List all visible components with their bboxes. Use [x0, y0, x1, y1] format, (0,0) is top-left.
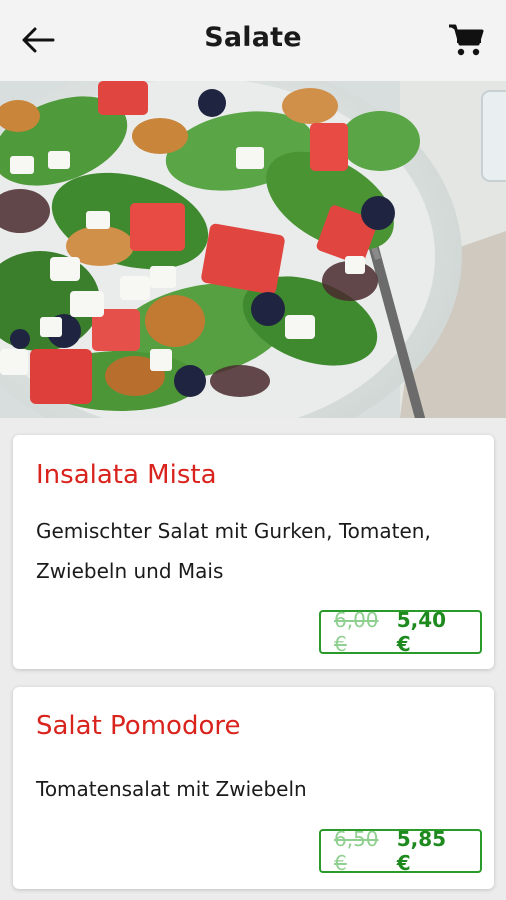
page-title: Salate [204, 22, 302, 53]
category-hero-image [0, 81, 506, 418]
discounted-price: 5,40 € [396, 608, 447, 656]
add-to-cart-price-button[interactable]: 6,50 € 5,85 € [319, 827, 482, 875]
shopping-cart-icon [449, 24, 484, 56]
add-to-cart-price-button[interactable]: 6,00 € 5,40 € [319, 608, 482, 656]
top-app-bar: Salate [0, 0, 506, 81]
product-card[interactable]: Salat Pomodore Tomatensalat mit Zwiebeln… [13, 687, 494, 889]
product-description: Tomatensalat mit Zwiebeln [36, 777, 307, 801]
old-price: 6,00 € [334, 608, 379, 656]
cart-button[interactable] [444, 18, 488, 62]
product-name: Insalata Mista [36, 460, 217, 490]
product-card[interactable]: Insalata Mista Gemischter Salat mit Gurk… [13, 435, 494, 669]
app-screen: Salate Insalata Mista Gemischter Salat m… [0, 0, 506, 900]
salad-bowl-image [0, 81, 506, 418]
discounted-price: 5,85 € [396, 827, 447, 875]
old-price: 6,50 € [334, 827, 379, 875]
product-description: Gemischter Salat mit Gurken, Tomaten, Zw… [36, 519, 431, 583]
product-name: Salat Pomodore [36, 711, 241, 741]
